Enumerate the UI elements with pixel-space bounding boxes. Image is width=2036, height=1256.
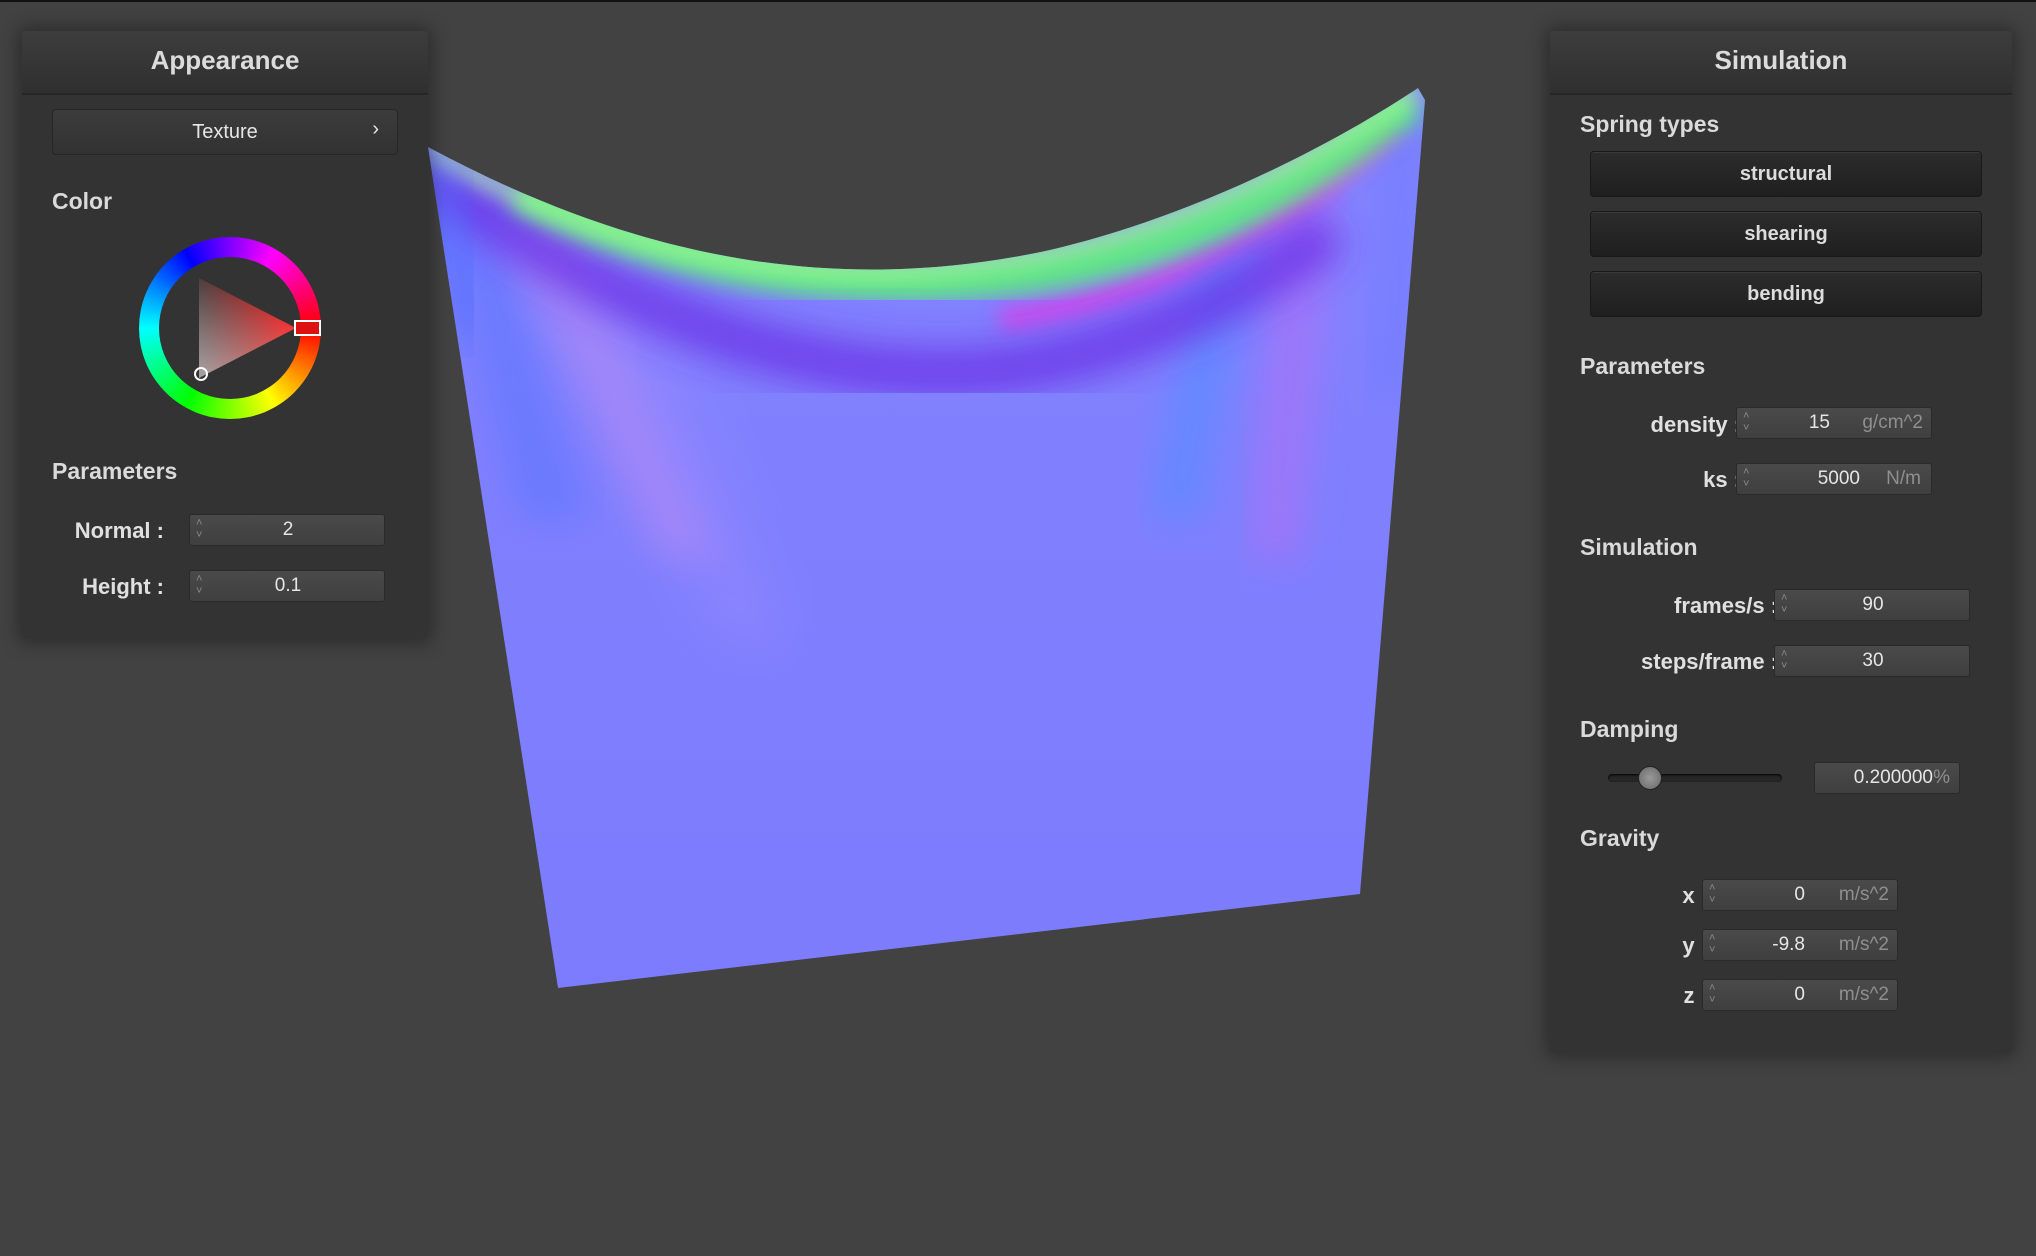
height-input[interactable]: ˄ ˅ 0.1 xyxy=(189,570,385,602)
chevron-right-icon: › xyxy=(372,118,379,140)
frames-label: frames/s : xyxy=(1674,593,1778,618)
shearing-button[interactable]: shearing xyxy=(1590,211,1982,257)
normal-label: Normal : xyxy=(74,518,164,543)
up-down-spinner-icon[interactable]: ˄ ˅ xyxy=(1743,466,1749,490)
steps-input[interactable]: ˄ ˅ 30 xyxy=(1774,645,1970,677)
ks-label: ks : xyxy=(1703,467,1741,492)
color-wheel[interactable] xyxy=(139,237,321,419)
simulation-panel: Simulation Spring types structural shear… xyxy=(1550,31,2012,1053)
damping-slider[interactable] xyxy=(1608,766,1782,790)
simulation-heading: Simulation xyxy=(1580,534,1698,560)
gravity-heading: Gravity xyxy=(1580,825,1660,851)
sim-parameters-heading: Parameters xyxy=(1580,353,1706,379)
color-heading: Color xyxy=(52,188,113,214)
up-down-spinner-icon[interactable]: ˄ ˅ xyxy=(1743,410,1749,434)
damping-heading: Damping xyxy=(1580,716,1679,742)
damping-unit: % xyxy=(1933,767,1950,788)
color-triangle[interactable] xyxy=(139,237,321,419)
gravity-x-input[interactable]: ˄ ˅ 0 m/s^2 xyxy=(1702,879,1898,911)
up-down-spinner-icon[interactable]: ˄ ˅ xyxy=(1709,982,1715,1006)
hue-marker[interactable] xyxy=(294,320,321,336)
structural-button[interactable]: structural xyxy=(1590,151,1982,197)
slider-knob[interactable] xyxy=(1638,766,1662,790)
simulation-title: Simulation xyxy=(1550,31,2012,95)
ks-input[interactable]: ˄ ˅ 5000 N/m xyxy=(1736,463,1932,495)
slider-track xyxy=(1608,774,1782,782)
frames-input[interactable]: ˄ ˅ 90 xyxy=(1774,589,1970,621)
texture-button-label: Texture xyxy=(192,121,258,143)
gravity-z-label: z : xyxy=(1683,983,1708,1008)
bending-button[interactable]: bending xyxy=(1590,271,1982,317)
damping-input[interactable]: 0.200000 % xyxy=(1814,762,1960,794)
height-label: Height : xyxy=(82,574,164,599)
gravity-y-label: y : xyxy=(1682,933,1708,958)
density-unit: g/cm^2 xyxy=(1862,412,1923,433)
appearance-title: Appearance xyxy=(22,31,428,95)
gravity-z-input[interactable]: ˄ ˅ 0 m/s^2 xyxy=(1702,979,1898,1011)
appearance-parameters-heading: Parameters xyxy=(52,458,178,484)
spring-types-heading: Spring types xyxy=(1580,111,1720,137)
gravity-x-label: x : xyxy=(1682,883,1708,908)
gravity-y-input[interactable]: ˄ ˅ -9.8 m/s^2 xyxy=(1702,929,1898,961)
up-down-spinner-icon[interactable]: ˄ ˅ xyxy=(1709,882,1715,906)
texture-button[interactable]: Texture › xyxy=(52,109,398,155)
normal-input[interactable]: ˄ ˅ 2 xyxy=(189,514,385,546)
appearance-panel: Appearance Texture › Color Parameters No… xyxy=(22,31,428,639)
density-label: density : xyxy=(1650,412,1741,437)
steps-label: steps/frame : xyxy=(1641,649,1778,674)
ks-unit: N/m xyxy=(1886,468,1921,489)
up-down-spinner-icon[interactable]: ˄ ˅ xyxy=(1709,932,1715,956)
density-input[interactable]: ˄ ˅ 15 g/cm^2 xyxy=(1736,407,1932,439)
